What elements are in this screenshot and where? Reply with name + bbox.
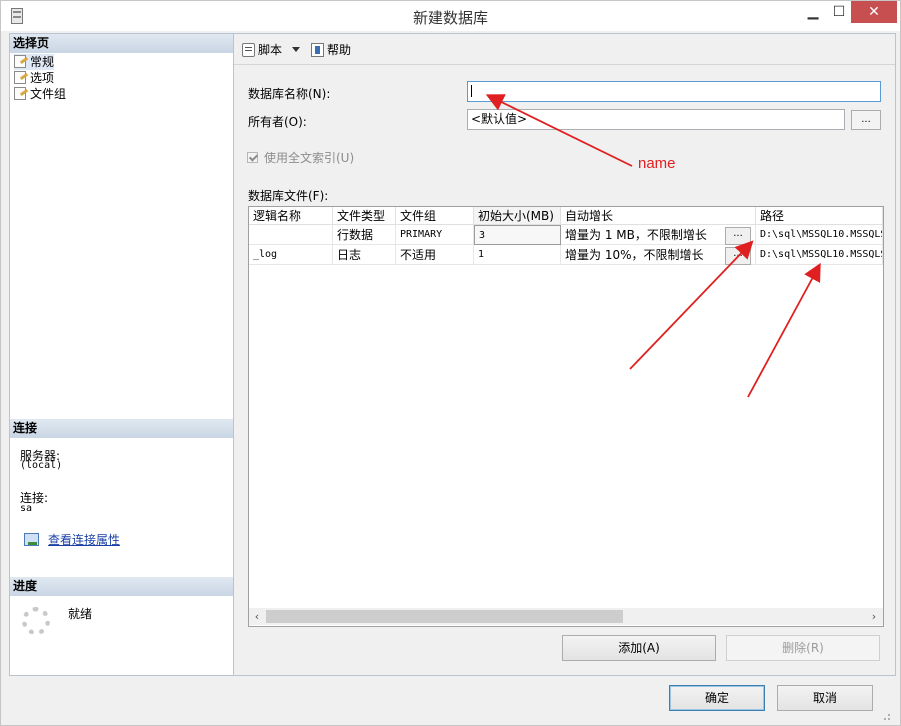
annotation-arrow (485, 94, 633, 167)
annotation-arrow (747, 262, 821, 398)
annotation-label: name (638, 155, 676, 172)
annotation-arrow (629, 240, 754, 370)
annotation-overlay (485, 94, 821, 398)
